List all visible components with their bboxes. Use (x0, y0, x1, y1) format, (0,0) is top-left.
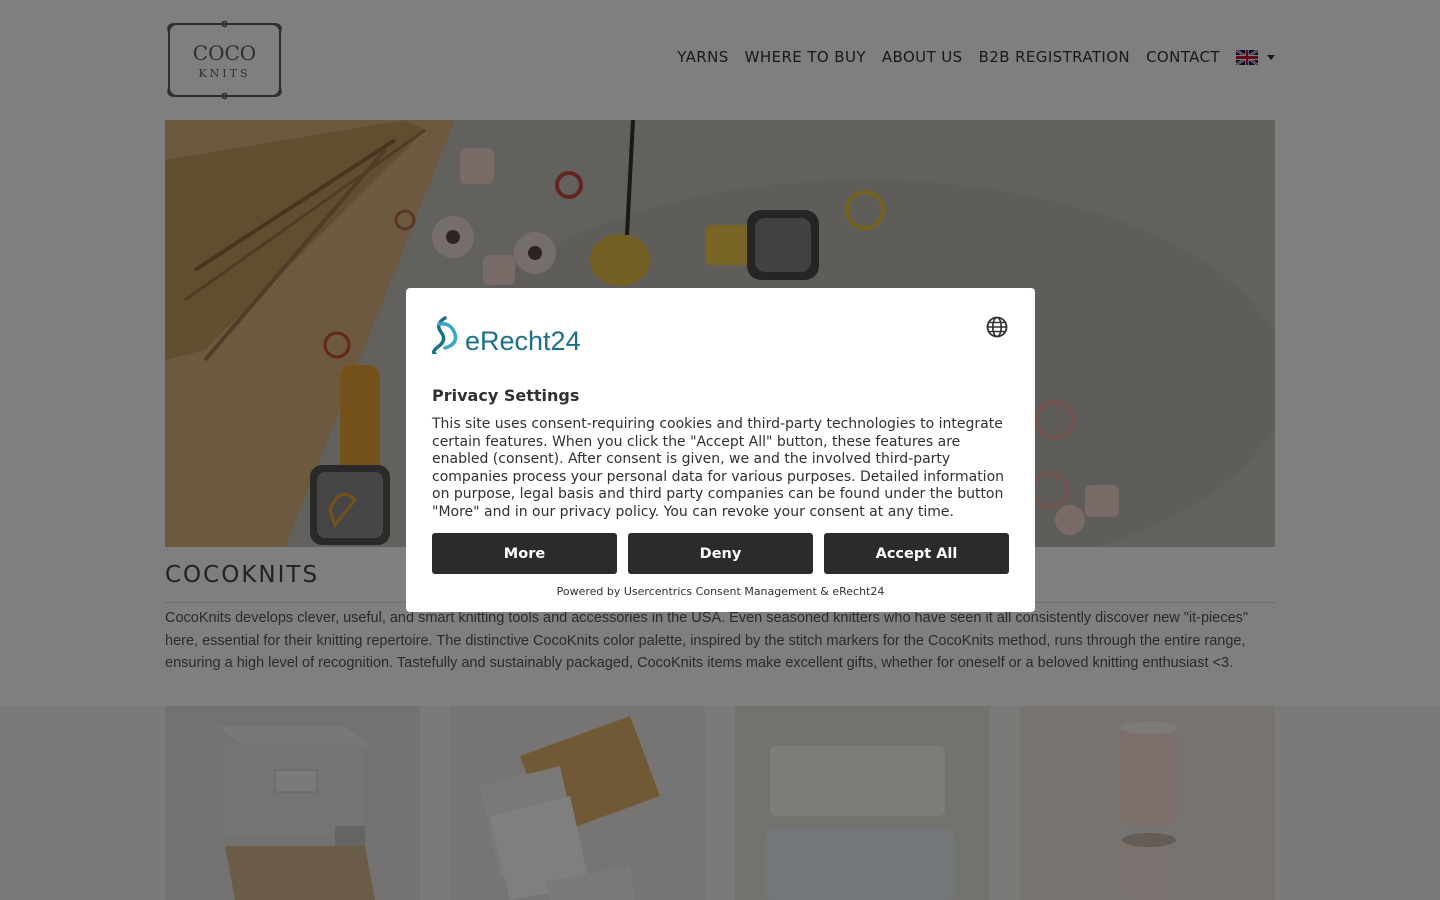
language-globe-icon[interactable] (986, 316, 1008, 338)
erecht24-logo: eRecht24 (431, 314, 591, 354)
dialog-title: Privacy Settings (432, 386, 580, 405)
privacy-settings-dialog: eRecht24 Privacy Settings This site uses… (406, 288, 1035, 612)
powered-by-text: Powered by Usercentrics Consent Manageme… (556, 585, 885, 598)
dialog-description: This site uses consent-requiring cookies… (432, 416, 1005, 520)
erecht24-brand-text: eRecht24 (465, 326, 581, 354)
deny-button[interactable]: Deny (628, 533, 813, 574)
accept-all-button[interactable]: Accept All (824, 533, 1009, 574)
more-button[interactable]: More (432, 533, 617, 574)
